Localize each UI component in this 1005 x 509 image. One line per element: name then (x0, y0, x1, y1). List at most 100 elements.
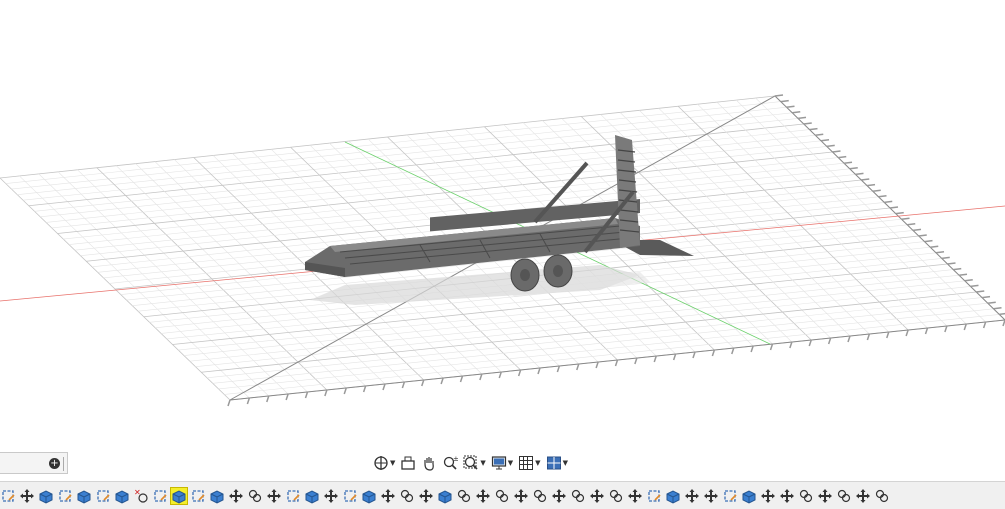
design-timeline: ✕ (0, 481, 1005, 509)
timeline-item-sketch[interactable] (722, 488, 738, 504)
timeline-item-move[interactable] (228, 488, 244, 504)
move-feature-icon (685, 488, 699, 503)
sketch-feature-icon (2, 489, 15, 502)
body-feature-icon (666, 489, 680, 504)
grid-snaps-button[interactable]: ▼ (517, 453, 541, 473)
move-feature-icon (780, 488, 794, 503)
timeline-item-body[interactable] (361, 488, 377, 504)
body-feature-icon (39, 489, 53, 504)
timeline-item-join[interactable] (247, 488, 263, 504)
grid-icon (519, 456, 534, 470)
panel-resize-handle[interactable] (63, 457, 64, 471)
chevron-down-icon: ▼ (480, 459, 486, 467)
timeline-item-sketch[interactable] (0, 488, 16, 504)
timeline-item-move[interactable] (513, 488, 529, 504)
timeline-item-body[interactable] (76, 488, 92, 504)
timeline-item-move[interactable] (551, 488, 567, 504)
timeline-item-move[interactable] (703, 488, 719, 504)
timeline-item-join[interactable] (494, 488, 510, 504)
fit-button[interactable]: ▼ (462, 453, 486, 473)
timeline-item-sketch[interactable] (152, 488, 168, 504)
look-at-button[interactable] (399, 453, 417, 473)
timeline-item-join[interactable] (399, 488, 415, 504)
body-feature-icon (305, 489, 319, 504)
timeline-item-move[interactable] (760, 488, 776, 504)
look-at-icon (401, 456, 416, 470)
timeline-item-body[interactable] (665, 488, 681, 504)
move-feature-icon (590, 488, 604, 503)
move-feature-icon (856, 488, 870, 503)
timeline-item-join[interactable] (874, 488, 890, 504)
body-feature-icon (438, 489, 452, 504)
cut-feature-icon: ✕ (134, 488, 148, 503)
timeline-item-sketch[interactable] (646, 488, 662, 504)
timeline-item-join[interactable] (532, 488, 548, 504)
sketch-feature-icon (154, 489, 167, 502)
body-feature-icon (77, 489, 91, 504)
timeline-item-sketch[interactable] (95, 488, 111, 504)
browser-panel-stub[interactable]: + (0, 452, 68, 474)
timeline-item-move[interactable] (475, 488, 491, 504)
move-feature-icon (381, 488, 395, 503)
timeline-item-move[interactable] (19, 488, 35, 504)
timeline-item-move[interactable] (627, 488, 643, 504)
join-feature-icon (495, 489, 509, 502)
timeline-item-body[interactable] (170, 486, 188, 505)
join-feature-icon (248, 489, 262, 502)
move-feature-icon (704, 488, 718, 503)
pan-button[interactable] (420, 453, 438, 473)
timeline-item-move[interactable] (684, 488, 700, 504)
timeline-item-body[interactable] (741, 488, 757, 504)
timeline-item-join[interactable] (798, 488, 814, 504)
timeline-item-sketch[interactable] (342, 488, 358, 504)
timeline-item-move[interactable] (589, 488, 605, 504)
timeline-item-body[interactable] (209, 488, 225, 504)
timeline-item-move[interactable] (380, 488, 396, 504)
timeline-item-body[interactable] (304, 488, 320, 504)
timeline-item-body[interactable] (437, 488, 453, 504)
sketch-feature-icon (287, 489, 300, 502)
move-feature-icon (514, 488, 528, 503)
timeline-item-move[interactable] (855, 488, 871, 504)
timeline-item-move[interactable] (817, 488, 833, 504)
timeline-item-join[interactable] (456, 488, 472, 504)
timeline-item-cut[interactable]: ✕ (133, 488, 149, 504)
move-feature-icon (628, 488, 642, 503)
join-feature-icon (875, 489, 889, 502)
display-settings-button[interactable]: ▼ (490, 453, 514, 473)
join-feature-icon (400, 489, 414, 502)
sketch-feature-icon (97, 489, 110, 502)
timeline-item-sketch[interactable] (57, 488, 73, 504)
body-feature-icon (172, 489, 186, 504)
join-feature-icon (609, 489, 623, 502)
timeline-item-body[interactable] (114, 488, 130, 504)
timeline-item-join[interactable] (570, 488, 586, 504)
viewport-canvas[interactable] (0, 0, 1005, 450)
move-feature-icon (818, 488, 832, 503)
timeline-item-move[interactable] (418, 488, 434, 504)
join-feature-icon (571, 489, 585, 502)
3d-viewport[interactable] (0, 0, 1005, 450)
timeline-item-join[interactable] (608, 488, 624, 504)
join-feature-icon (457, 489, 471, 502)
timeline-item-sketch[interactable] (190, 488, 206, 504)
timeline-item-move[interactable] (266, 488, 282, 504)
zoom-button[interactable]: ± (441, 453, 459, 473)
chevron-down-icon: ▼ (390, 459, 396, 467)
viewports-button[interactable]: ▼ (545, 453, 569, 473)
timeline-item-body[interactable] (38, 488, 54, 504)
zoom-icon: ± (444, 455, 458, 470)
move-feature-icon (229, 488, 243, 503)
timeline-item-move[interactable] (779, 488, 795, 504)
sketch-feature-icon (344, 489, 357, 502)
orbit-button[interactable]: ▼ (372, 453, 396, 473)
timeline-item-join[interactable] (836, 488, 852, 504)
timeline-item-sketch[interactable] (285, 488, 301, 504)
move-feature-icon (267, 488, 281, 503)
plus-circle-icon[interactable]: + (49, 458, 60, 469)
move-feature-icon (20, 488, 34, 503)
orbit-icon (374, 456, 388, 470)
timeline-item-move[interactable] (323, 488, 339, 504)
chevron-down-icon: ▼ (507, 459, 514, 467)
viewports-icon (546, 456, 561, 470)
